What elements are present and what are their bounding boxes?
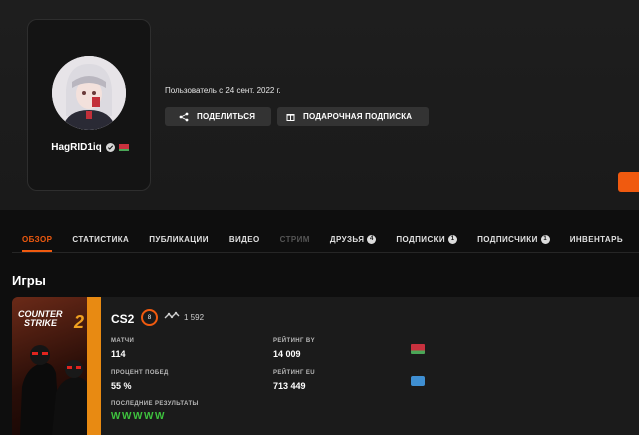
elo-icon [164,311,180,319]
tab-label: ИНВЕНТАРЬ [569,234,623,244]
cs2-cover-image: COUNTER STRIKE 2 [12,297,101,435]
tab-friends[interactable]: ДРУЗЬЯ 4 [320,228,387,250]
tabs-divider [12,252,639,253]
faceit-level-badge: 8 [141,309,158,326]
profile-tabs: ОБЗОР СТАТИСТИКА ПУБЛИКАЦИИ ВИДЕО СТРИМ … [12,228,639,252]
rating-by-label: РЕЙТИНГ BY [273,338,316,344]
share-button[interactable]: ПОДЕЛИТЬСЯ [165,107,271,126]
subscriptions-count-badge: 1 [448,234,458,244]
cover-number: 2 [73,312,84,332]
gift-button-label: ПОДАРОЧНАЯ ПОДПИСКА [303,112,413,121]
tab-inventory[interactable]: ИНВЕНТАРЬ [560,228,633,250]
share-button-label: ПОДЕЛИТЬСЯ [197,112,256,121]
tab-label: ПУБЛИКАЦИИ [149,234,209,244]
tab-label: СТРИМ [279,234,310,244]
result-win: W [155,411,165,422]
game-name: CS2 [111,312,135,326]
username: HagRID1iq [51,142,102,153]
games-section-title: Игры [12,273,46,288]
result-win: W [144,411,154,422]
primary-action-button[interactable] [618,172,639,192]
tab-subscriptions[interactable]: ПОДПИСКИ 1 [386,228,467,250]
tab-label: ВИДЕО [228,234,260,244]
tab-label: ПОДПИСКИ [396,234,446,244]
winrate-value: 55 % [111,381,132,391]
region-eu-icon [411,376,425,386]
profile-card: HagRID1iq [27,19,151,191]
flag-by-icon [118,144,129,151]
tab-followers[interactable]: ПОДПИСЧИКИ 1 [467,228,560,250]
cover-orange-stripe [87,297,101,435]
member-since: Пользователь с 24 сент. 2022 г. [165,86,281,95]
verified-icon [105,143,115,152]
winrate-label: ПРОЦЕНТ ПОБЕД [111,370,169,376]
gift-subscription-button[interactable]: ПОДАРОЧНАЯ ПОДПИСКА [277,107,429,126]
username-row: HagRID1iq [28,142,152,153]
flag-by-icon [411,344,425,354]
share-icon [179,112,189,121]
friends-count-badge: 4 [367,234,377,244]
result-win: W [111,411,121,422]
tab-statistics[interactable]: СТАТИСТИКА [62,228,139,250]
tab-label: ОБЗОР [22,234,53,244]
recent-results-label: ПОСЛЕДНИЕ РЕЗУЛЬТАТЫ [111,401,199,407]
tab-label: ДРУЗЬЯ [329,234,365,244]
matches-label: МАТЧИ [111,338,135,344]
avatar[interactable] [52,56,126,130]
tab-overview[interactable]: ОБЗОР [12,228,62,252]
tab-video[interactable]: ВИДЕО [219,228,270,250]
rating-by-value: 14 009 [273,349,301,359]
elo-value: 1 592 [184,313,205,322]
tab-label: СТАТИСТИКА [72,234,130,244]
rating-eu-value: 713 449 [273,381,306,391]
rating-eu-label: РЕЙТИНГ EU [273,370,316,376]
tab-label: ПОДПИСЧИКИ [477,234,538,244]
result-win: W [133,411,143,422]
gift-icon [286,114,295,121]
tab-publications[interactable]: ПУБЛИКАЦИИ [139,228,219,250]
game-card-cs2[interactable]: COUNTER STRIKE 2 [12,297,639,435]
cover-title-line2: STRIKE [24,318,58,328]
recent-results: W W W W W [111,411,164,422]
result-win: W [122,411,132,422]
matches-value: 114 [111,349,126,359]
tab-stream: СТРИМ [270,228,320,250]
followers-count-badge: 1 [540,234,550,244]
